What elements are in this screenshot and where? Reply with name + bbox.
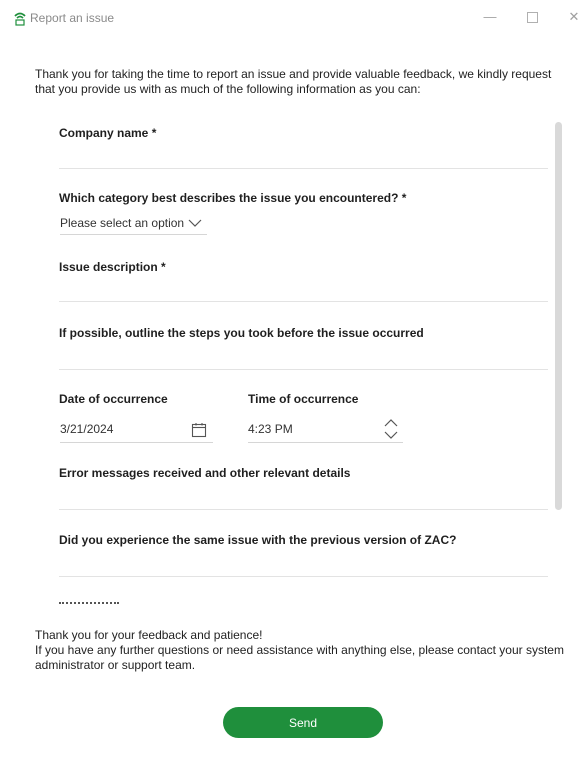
category-label: Which category best describes the issue … xyxy=(59,191,407,205)
outro-line-2: If you have any further questions or nee… xyxy=(35,643,564,672)
form-scroll-area[interactable]: Company name * Which category best descr… xyxy=(35,112,570,609)
issue-description-label: Issue description * xyxy=(59,260,166,274)
chevron-down-icon xyxy=(188,219,202,227)
window-title: Report an issue xyxy=(30,11,115,25)
close-button[interactable]: ✕ xyxy=(562,6,581,28)
category-field: Which category best describes the issue … xyxy=(59,191,548,205)
previous-version-label: Did you experience the same issue with t… xyxy=(59,533,457,547)
maximize-icon xyxy=(526,12,538,24)
company-name-input[interactable] xyxy=(59,168,548,169)
steps-field[interactable]: If possible, outline the steps you took … xyxy=(59,326,548,370)
previous-version-field[interactable]: Did you experience the same issue with t… xyxy=(59,533,548,577)
previous-version-input[interactable] xyxy=(59,576,548,577)
company-name-field[interactable]: Company name * xyxy=(59,126,548,169)
steps-label: If possible, outline the steps you took … xyxy=(59,326,424,340)
date-label: Date of occurrence xyxy=(59,392,168,406)
date-label-wrap: Date of occurrence xyxy=(59,392,219,406)
time-label-wrap: Time of occurrence xyxy=(248,392,428,406)
time-label: Time of occurrence xyxy=(248,392,359,406)
date-picker[interactable]: 3/21/2024 xyxy=(60,417,213,443)
issue-description-input[interactable] xyxy=(59,301,548,302)
error-messages-field[interactable]: Error messages received and other releva… xyxy=(59,466,548,510)
time-value: 4:23 PM xyxy=(248,422,293,436)
scrollbar-thumb[interactable] xyxy=(555,122,562,510)
app-logo-icon xyxy=(14,12,26,26)
calendar-icon[interactable] xyxy=(191,422,207,438)
error-messages-label: Error messages received and other releva… xyxy=(59,466,351,480)
steps-input[interactable] xyxy=(59,369,548,370)
cut-off-label-fragment xyxy=(59,602,119,607)
maximize-button[interactable] xyxy=(520,6,544,28)
company-name-label: Company name * xyxy=(59,126,157,140)
spinner-updown-icon[interactable] xyxy=(383,418,399,440)
category-select[interactable]: Please select an option xyxy=(60,212,207,235)
title-bar: Report an issue — ✕ xyxy=(0,0,581,34)
issue-description-field[interactable]: Issue description * xyxy=(59,260,548,302)
outro-line-1: Thank you for your feedback and patience… xyxy=(35,628,263,642)
cut-off-field xyxy=(59,600,548,607)
minimize-button[interactable]: — xyxy=(478,6,502,28)
intro-text: Thank you for taking the time to report … xyxy=(35,67,552,96)
error-messages-input[interactable] xyxy=(59,509,548,510)
time-picker[interactable]: 4:23 PM xyxy=(248,417,403,443)
category-select-value: Please select an option xyxy=(60,216,185,230)
send-button[interactable]: Send xyxy=(223,707,383,738)
date-value: 3/21/2024 xyxy=(60,422,114,436)
outro-text: Thank you for your feedback and patience… xyxy=(35,628,570,673)
